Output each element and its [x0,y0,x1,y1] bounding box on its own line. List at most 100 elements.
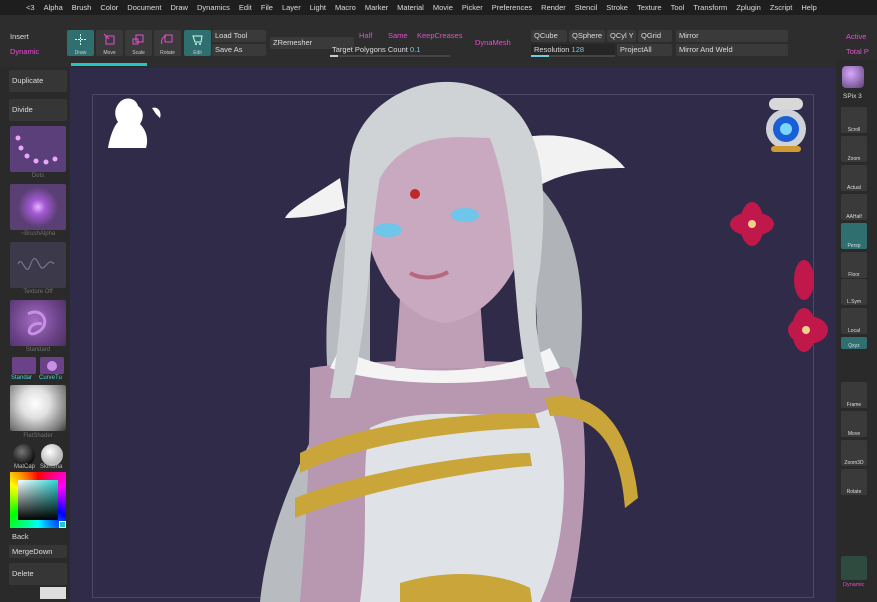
menu-item[interactable]: Movie [433,3,453,12]
xyz-button[interactable]: Qxyz [841,337,867,349]
menu-item[interactable]: Light [310,3,326,12]
divide-button[interactable]: Divide [9,99,67,121]
lsym-button[interactable]: L.Sym [841,279,867,305]
menu-item[interactable]: Tool [671,3,685,12]
color-picker[interactable] [10,472,66,528]
menu-item[interactable]: Color [100,3,118,12]
half-toggle[interactable]: Half [359,31,372,40]
qgrid-button[interactable]: QGrid [638,30,672,42]
texture-caption: Texture Off [23,289,53,295]
menu-item[interactable]: Zscript [770,3,793,12]
dynamesh-button[interactable]: DynaMesh [475,38,511,47]
draw-button[interactable]: Draw [67,30,94,56]
qcyly-button[interactable]: QCyl Y [607,30,636,42]
brush-tile[interactable] [10,300,66,346]
alpha-tile[interactable] [10,184,66,230]
back-label[interactable]: Back [12,532,29,541]
insert-button[interactable]: Insert [10,32,29,41]
curve-brush-mini[interactable] [40,357,64,374]
matcap-mini[interactable] [13,444,35,466]
menu-item[interactable]: Draw [170,3,188,12]
zoom-button[interactable]: Zoom [841,136,867,162]
current-color-swatch[interactable] [59,521,66,528]
menu-item[interactable]: Document [127,3,161,12]
menu-item[interactable]: Alpha [44,3,63,12]
rotate-label: Rotate [160,50,175,56]
move-button[interactable]: Move [96,30,123,56]
aahalf-button[interactable]: AAHalf [841,194,867,220]
swatch-white[interactable] [40,587,66,599]
persp-button[interactable]: Persp [841,223,867,249]
standard-brush-icon [27,310,47,336]
resolution-track[interactable] [531,55,615,57]
floor-button[interactable]: Floor [841,252,867,278]
zoom3d-button[interactable]: Zoom3D [841,440,867,466]
qcube-button[interactable]: QCube [531,30,567,42]
rotate-view-label: Rotate [846,489,862,495]
draw-icon [75,34,86,45]
total-points-label: Total P [846,47,869,56]
mirror-button[interactable]: Mirror [676,30,788,42]
menu-bar: <3 Alpha Brush Color Document Draw Dynamics Edi… [0,0,877,15]
menu-item[interactable]: Stroke [606,3,628,12]
load-tool-button[interactable]: Load Tool [212,30,266,42]
menu-item[interactable]: Brush [72,3,92,12]
same-toggle[interactable]: Same [388,31,408,40]
move-label: Move [103,50,116,56]
actual-button[interactable]: Actual [841,165,867,191]
scale-button[interactable]: Scale [125,30,152,56]
skinshade-mini[interactable] [41,444,63,466]
transp-button[interactable] [841,556,867,580]
dynamic-button[interactable]: Dynamic [10,47,39,56]
spix-slider[interactable]: SPix 3 [843,93,862,100]
save-as-button[interactable]: Save As [212,44,266,56]
saturation-square[interactable] [18,480,58,520]
menu-item[interactable]: File [261,3,273,12]
menu-item[interactable]: Help [801,3,816,12]
rotate-view-button[interactable]: Rotate [841,469,867,495]
menu-item[interactable]: Dynamics [197,3,230,12]
bpr-button[interactable] [842,66,864,88]
target-polygons-slider[interactable]: Target Polygons Count 0.1 [332,45,420,54]
lsym-label: L.Sym [846,299,862,305]
menu-item[interactable]: Layer [282,3,301,12]
menu-item[interactable]: Zplugin [736,3,761,12]
edit-button[interactable]: Edit [184,30,211,56]
mirror-weld-button[interactable]: Mirror And Weld [676,44,788,56]
mergedown-button[interactable]: MergeDown [9,545,67,558]
menu-item[interactable]: Edit [239,3,252,12]
qsphere-button[interactable]: QSphere [569,30,605,42]
move-view-button[interactable]: Move [841,411,867,437]
target-slider-fill [330,55,338,57]
navigation-cube[interactable] [761,96,811,154]
menu-item[interactable]: Picker [462,3,483,12]
material-tile[interactable] [10,385,66,431]
keepcreases-toggle[interactable]: KeepCreases [417,31,462,40]
menu-item[interactable]: Render [541,3,566,12]
delete-button[interactable]: Delete [9,563,67,585]
frame-button[interactable]: Frame [841,382,867,408]
standard-mini-label: Standar [11,375,33,381]
menu-item[interactable]: Preferences [492,3,532,12]
target-polygons-value: 0.1 [409,45,421,54]
menu-item[interactable]: Texture [637,3,662,12]
scroll-button[interactable]: Scroll [841,107,867,133]
local-label: Local [848,328,860,334]
stroke-dots-tile[interactable] [10,126,66,172]
local-button[interactable]: Local [841,308,867,334]
menu-item[interactable]: Stencil [575,3,598,12]
menu-item[interactable]: Macro [335,3,356,12]
duplicate-button[interactable]: Duplicate [9,70,67,92]
projectall-button[interactable]: ProjectAll [617,44,672,56]
menu-item[interactable]: Transform [693,3,727,12]
menu-item[interactable]: Marker [365,3,388,12]
matcap-label: MatCap [14,464,36,470]
xyz-label: Qxyz [848,343,860,349]
menu-item[interactable]: <3 [26,3,35,12]
texture-tile[interactable] [10,242,66,288]
frame-label: Frame [846,402,862,408]
rotate-button[interactable]: Rotate [154,30,181,56]
standard-brush-mini[interactable] [12,357,36,374]
menu-item[interactable]: Material [397,3,424,12]
target-slider-track[interactable] [330,55,450,57]
